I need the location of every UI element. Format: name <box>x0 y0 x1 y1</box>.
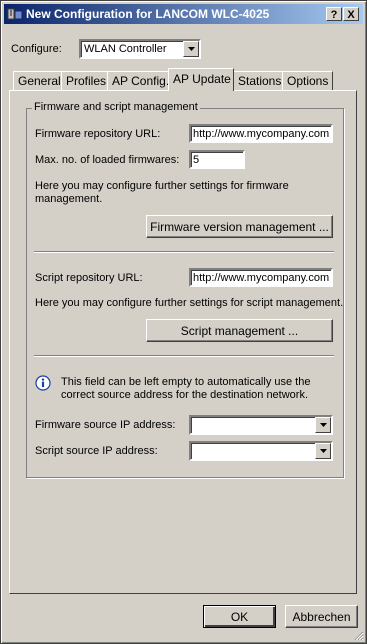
configure-label: Configure: <box>11 43 62 55</box>
info-icon <box>35 375 51 391</box>
tab-general[interactable]: General <box>13 71 66 90</box>
configure-select[interactable]: WLAN Controller <box>79 39 201 59</box>
group-title: Firmware and script management <box>32 101 200 113</box>
tab-stations-label: Stations <box>238 74 282 88</box>
tab-profiles-label: Profiles <box>66 74 107 88</box>
firmware-version-management-button[interactable]: Firmware version management ... <box>146 215 333 238</box>
tab-general-label: General <box>18 74 61 88</box>
script-management-button[interactable]: Script management ... <box>146 319 333 342</box>
max-firmwares-input[interactable]: 5 <box>189 150 245 169</box>
script-source-ip-select[interactable] <box>189 441 333 461</box>
tab-ap-update[interactable]: AP Update <box>168 68 234 91</box>
window-title: New Configuration for LANCOM WLC-4025 <box>26 7 270 21</box>
tab-options-label: Options <box>287 74 329 88</box>
config-dialog-window: New Configuration for LANCOM WLC-4025 ? … <box>0 0 367 644</box>
chevron-down-icon[interactable] <box>183 41 199 57</box>
chevron-down-icon[interactable] <box>315 443 331 459</box>
title-bar[interactable]: New Configuration for LANCOM WLC-4025 ? … <box>4 4 363 24</box>
configure-select-value: WLAN Controller <box>84 43 167 55</box>
firmware-url-input[interactable]: http://www.mycompany.com <box>189 124 333 143</box>
tab-profiles[interactable]: Profiles <box>61 71 112 90</box>
firmware-hint-text: Here you may configure further settings … <box>35 180 289 205</box>
tab-options[interactable]: Options <box>282 71 334 90</box>
firmware-source-ip-label: Firmware source IP address: <box>35 419 176 431</box>
help-button[interactable]: ? <box>326 7 342 21</box>
close-button[interactable]: X <box>343 7 359 21</box>
separator <box>34 251 334 253</box>
lancom-app-icon <box>7 8 23 20</box>
info-text: This field can be left empty to automati… <box>61 376 311 401</box>
tab-stations[interactable]: Stations <box>233 71 287 90</box>
script-hint-text: Here you may configure further settings … <box>35 297 344 309</box>
firmware-url-label: Firmware repository URL: <box>35 128 161 140</box>
tab-ap-update-label: AP Update <box>173 72 231 86</box>
tab-ap-config[interactable]: AP Config. <box>107 71 175 90</box>
ok-button[interactable]: OK <box>203 605 276 628</box>
separator <box>34 355 334 357</box>
script-url-label: Script repository URL: <box>35 272 143 284</box>
max-firmwares-label: Max. no. of loaded firmwares: <box>35 154 180 166</box>
tab-ap-config-label: AP Config. <box>112 74 170 88</box>
script-source-ip-label: Script source IP address: <box>35 445 158 457</box>
firmware-source-ip-select[interactable] <box>189 415 333 435</box>
script-url-input[interactable]: http://www.mycompany.com <box>189 268 333 287</box>
resize-grip-icon[interactable] <box>352 629 364 641</box>
chevron-down-icon[interactable] <box>315 417 331 433</box>
cancel-button[interactable]: Abbrechen <box>285 605 358 628</box>
